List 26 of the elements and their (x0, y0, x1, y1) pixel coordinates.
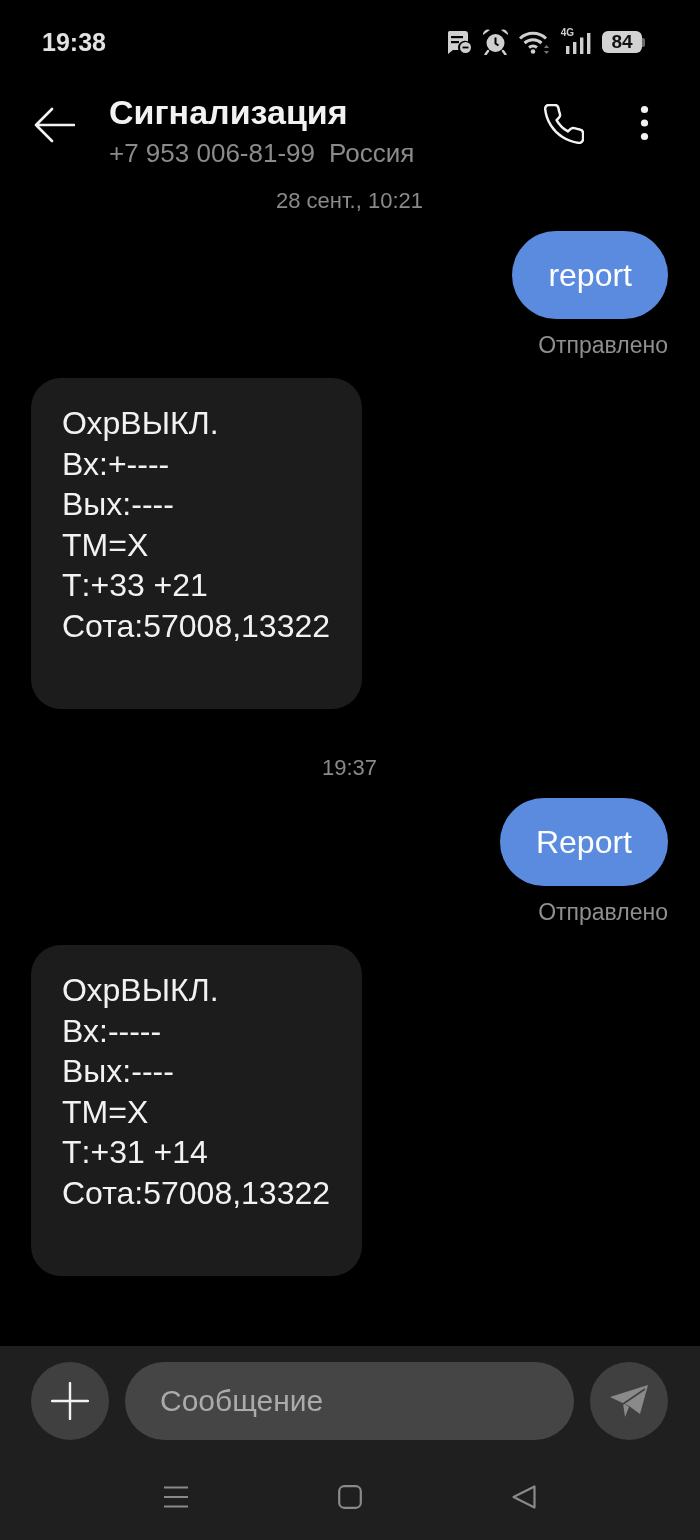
phone-icon[interactable] (544, 104, 584, 144)
contact-name: Сигнализация (109, 92, 348, 132)
received-message-bubble: ОхрВЫКЛ. Вх:+---- Вых:---- ТМ=Х Т:+33 +21 Сота:57008,13322 (31, 378, 363, 709)
message-input[interactable]: Сообщение (125, 1362, 574, 1440)
message-timestamp: 28 сент., 10:21 (276, 188, 423, 214)
send-icon (609, 1384, 649, 1418)
message-timestamp: 19:37 (321, 755, 378, 781)
delivery-status: Отправлено (538, 899, 668, 925)
battery-icon: 84 (602, 31, 645, 53)
back-arrow-icon[interactable] (33, 107, 75, 143)
received-message-bubble: ОхрВЫКЛ. Вх:----- Вых:---- ТМ=Х Т:+31 +14 Сота:57008,13322 (31, 945, 363, 1276)
message-notification-icon (445, 30, 472, 54)
home-square-icon[interactable] (338, 1485, 362, 1509)
more-options-icon[interactable] (640, 105, 649, 141)
status-time: 19:38 (42, 27, 106, 57)
contact-region: Россия (329, 137, 415, 170)
wifi-icon (518, 30, 551, 54)
plus-icon (51, 1382, 89, 1420)
back-triangle-icon[interactable] (512, 1485, 536, 1509)
alarm-clock-icon (481, 29, 509, 55)
delivery-status: Отправлено (538, 332, 668, 358)
menu-icon[interactable] (164, 1486, 188, 1508)
network-type-label: 4G (560, 28, 574, 38)
sent-message-bubble: report (512, 231, 668, 319)
sent-message-bubble: Report (499, 798, 668, 886)
phone-number: +7 953 006-81-99 (109, 137, 315, 170)
